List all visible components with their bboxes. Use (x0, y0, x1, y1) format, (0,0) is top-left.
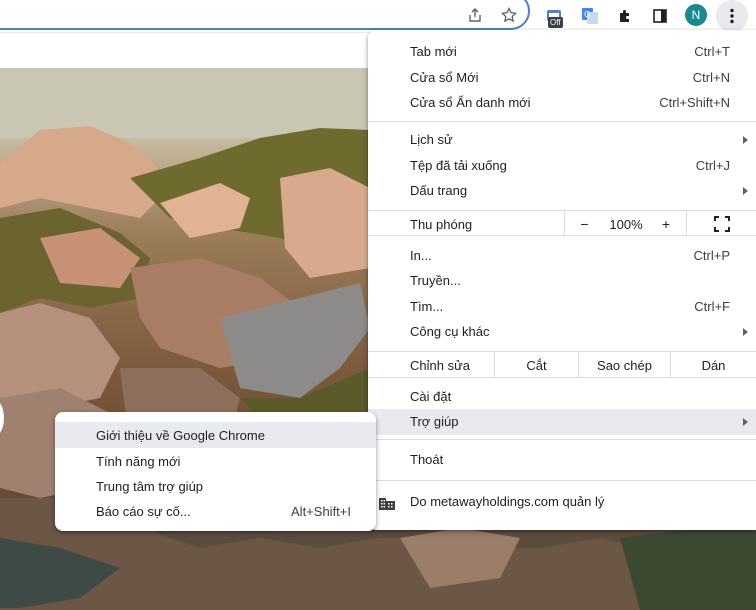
zoom-row: Thu phóng − 100% + (368, 210, 756, 236)
menu-item-exit[interactable]: Thoát (368, 447, 756, 473)
menu-divider (368, 439, 756, 440)
menu-item-label: Cửa sổ Ẩn danh mới (410, 95, 531, 110)
submenu-arrow-icon (743, 418, 748, 426)
menu-item-label: Cửa sổ Mới (410, 70, 479, 85)
submenu-item-about-chrome[interactable]: Giới thiệu về Google Chrome (55, 422, 376, 448)
submenu-arrow-icon (743, 136, 748, 144)
menu-item-help[interactable]: Trợ giúp (368, 409, 756, 435)
zoom-level: 100% (609, 217, 643, 232)
menu-item-shortcut: Ctrl+F (694, 299, 730, 314)
menu-item-incognito[interactable]: Cửa sổ Ẩn danh mới Ctrl+Shift+N (368, 90, 756, 116)
menu-item-shortcut: Ctrl+P (693, 248, 730, 263)
menu-item-find[interactable]: Tìm... Ctrl+F (368, 294, 756, 320)
menu-item-label: Tệp đã tải xuống (410, 158, 507, 173)
menu-item-downloads[interactable]: Tệp đã tải xuống Ctrl+J (368, 153, 756, 179)
menu-item-settings[interactable]: Cài đặt (368, 384, 756, 410)
submenu-item-whats-new[interactable]: Tính năng mới (55, 448, 376, 474)
menu-item-new-window[interactable]: Cửa sổ Mới Ctrl+N (368, 65, 756, 91)
extensions-puzzle-icon[interactable] (612, 3, 638, 29)
zoom-in-button[interactable]: + (646, 211, 686, 236)
bookmark-star-icon[interactable] (498, 4, 520, 26)
menu-item-shortcut: Ctrl+Shift+N (659, 95, 730, 110)
menu-item-label: Do metawayholdings.com quản lý (410, 494, 605, 509)
help-submenu: Giới thiệu về Google Chrome Tính năng mớ… (55, 412, 376, 531)
share-icon[interactable] (464, 4, 486, 26)
submenu-item-help-center[interactable]: Trung tâm trợ giúp (55, 473, 376, 499)
menu-item-more-tools[interactable]: Công cụ khác (368, 319, 756, 345)
menu-item-managed-by[interactable]: Do metawayholdings.com quản lý (368, 489, 756, 515)
copy-button[interactable]: Sao chép (578, 352, 670, 378)
menu-item-label: Cài đặt (410, 389, 452, 404)
submenu-item-label: Giới thiệu về Google Chrome (96, 428, 265, 443)
chrome-main-menu: Tab mới Ctrl+T Cửa sổ Mới Ctrl+N Cửa sổ … (368, 30, 756, 530)
menu-item-label: In... (410, 248, 432, 263)
submenu-item-shortcut: Alt+Shift+I (291, 504, 351, 519)
edit-label: Chỉnh sửa (410, 358, 471, 373)
menu-item-label: Thoát (410, 452, 444, 467)
menu-item-shortcut: Ctrl+N (692, 70, 730, 85)
more-vert-icon[interactable] (716, 0, 748, 32)
menu-item-label: Truyền... (410, 273, 461, 288)
menu-item-label: Công cụ khác (410, 324, 490, 339)
submenu-item-report-issue[interactable]: Báo cáo sự cố... Alt+Shift+I (55, 498, 376, 524)
menu-item-label: Trợ giúp (410, 414, 459, 429)
submenu-arrow-icon (743, 187, 748, 195)
menu-item-shortcut: Ctrl+T (694, 44, 730, 59)
zoom-out-button[interactable]: − (564, 211, 604, 236)
submenu-item-label: Tính năng mới (96, 454, 181, 469)
menu-item-history[interactable]: Lịch sử (368, 127, 756, 153)
extension-off-badge: Off (548, 17, 563, 28)
google-translate-icon[interactable]: G (577, 3, 603, 29)
menu-item-new-tab[interactable]: Tab mới Ctrl+T (368, 39, 756, 65)
address-bar[interactable] (0, 0, 530, 30)
paste-button[interactable]: Dán (670, 352, 756, 378)
browser-toolbar: Off G N (0, 0, 756, 32)
menu-divider (368, 480, 756, 481)
menu-item-label: Lịch sử (410, 132, 453, 147)
submenu-item-label: Trung tâm trợ giúp (96, 479, 204, 494)
side-panel-icon[interactable] (647, 3, 673, 29)
cut-button[interactable]: Cắt (494, 352, 578, 378)
svg-text:G: G (584, 10, 590, 19)
profile-avatar[interactable]: N (685, 4, 707, 26)
menu-item-label: Tab mới (410, 44, 457, 59)
menu-item-label: Dấu trang (410, 183, 468, 198)
fullscreen-icon[interactable] (686, 211, 756, 236)
edit-row: Chỉnh sửa Cắt Sao chép Dán (368, 351, 756, 378)
submenu-item-label: Báo cáo sự cố... (96, 504, 191, 519)
menu-divider (368, 121, 756, 122)
menu-item-print[interactable]: In... Ctrl+P (368, 243, 756, 269)
zoom-label: Thu phóng (410, 217, 473, 232)
menu-item-bookmarks[interactable]: Dấu trang (368, 178, 756, 204)
menu-item-label: Tìm... (410, 299, 444, 314)
menu-item-cast[interactable]: Truyền... (368, 268, 756, 294)
menu-item-shortcut: Ctrl+J (695, 158, 730, 173)
submenu-arrow-icon (743, 328, 748, 336)
